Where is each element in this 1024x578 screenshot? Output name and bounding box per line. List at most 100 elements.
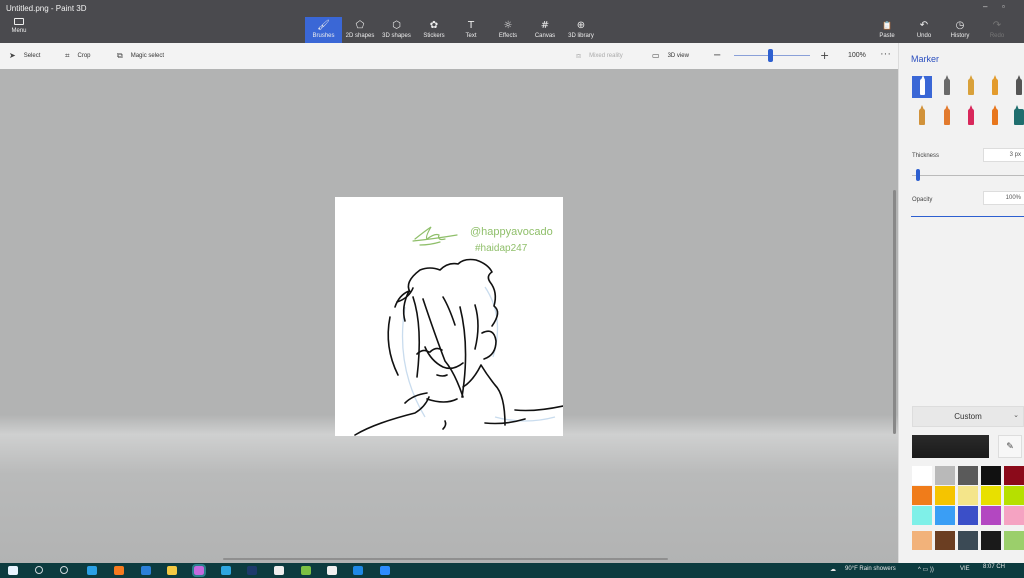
language-indicator[interactable]: VIE: [960, 566, 970, 572]
opacity-slider[interactable]: [911, 216, 1024, 217]
color-swatch[interactable]: [981, 466, 1001, 485]
current-color-preview[interactable]: [912, 435, 989, 458]
redo-button[interactable]: ↷ Redo: [987, 17, 1007, 43]
color-swatch[interactable]: [912, 506, 932, 525]
capcut-icon[interactable]: [327, 566, 337, 575]
color-swatch[interactable]: [912, 531, 932, 550]
color-swatch[interactable]: [912, 466, 932, 485]
tool-canvas[interactable]: # Canvas: [533, 17, 557, 43]
color-swatch[interactable]: [958, 466, 978, 485]
magic-select-button[interactable]: ⧉ Magic select: [117, 51, 164, 61]
weather-cloud-icon[interactable]: ☁: [830, 566, 836, 573]
color-swatch[interactable]: [958, 531, 978, 550]
paste-button[interactable]: 📋 Paste: [876, 17, 898, 43]
history-button[interactable]: ◷ History: [948, 17, 972, 43]
tool-text[interactable]: T Text: [461, 17, 481, 43]
zoom-out-button[interactable]: −: [713, 50, 721, 61]
telegram-icon[interactable]: [221, 566, 231, 575]
mixed-reality-icon: ⧈: [576, 51, 582, 60]
tool-stickers[interactable]: ✿ Stickers: [420, 17, 448, 43]
crop-button[interactable]: ⌗ Crop: [65, 51, 91, 61]
character-line-art: [354, 258, 563, 436]
view-3d-button[interactable]: ▭ 3D view: [652, 51, 689, 60]
zoom-icon[interactable]: [380, 566, 390, 575]
search-icon[interactable]: [35, 566, 43, 574]
sticker-icon: ✿: [429, 20, 439, 31]
brush-icon: 🖌: [317, 20, 330, 31]
more-options-button[interactable]: ···: [880, 48, 891, 60]
tool-label: Canvas: [534, 33, 556, 39]
brush-pencil[interactable]: [912, 105, 932, 128]
select-button[interactable]: ➤ Select: [9, 51, 40, 60]
zoom-slider-thumb[interactable]: [768, 49, 773, 62]
brush-crayon[interactable]: [961, 105, 981, 128]
brush-fill[interactable]: [1009, 105, 1024, 128]
tool-label: Text: [465, 33, 477, 39]
start-icon[interactable]: [8, 566, 18, 575]
vertical-scrollbar[interactable]: [893, 190, 896, 434]
folder-icon: [14, 18, 24, 25]
color-swatch[interactable]: [935, 466, 955, 485]
brush-watercolor[interactable]: [985, 75, 1005, 98]
drawing-canvas[interactable]: @happyavocado #haidap247: [335, 197, 563, 436]
minimize-button[interactable]: ‒: [983, 2, 987, 11]
mail-icon[interactable]: [141, 566, 151, 575]
view-3d-label: 3D view: [667, 52, 689, 59]
color-swatch[interactable]: [935, 486, 955, 505]
menu-button[interactable]: Menu: [6, 18, 32, 40]
undo-button[interactable]: ↶ Undo: [913, 17, 935, 43]
brush-oil[interactable]: [961, 75, 981, 98]
color-swatch[interactable]: [958, 486, 978, 505]
photoshop-icon[interactable]: [247, 566, 257, 575]
weather-text[interactable]: 90°F Rain showers: [845, 566, 896, 572]
color-swatch[interactable]: [981, 506, 1001, 525]
opacity-input[interactable]: 100%: [983, 191, 1024, 205]
mixed-reality-button[interactable]: ⧈ Mixed reality: [576, 51, 623, 61]
color-swatch[interactable]: [1004, 506, 1024, 525]
watercolor-icon: [992, 75, 998, 95]
effects-icon: ☼: [503, 20, 513, 31]
brush-marker[interactable]: [912, 75, 932, 98]
tool-3d-library[interactable]: ⊕ 3D library: [566, 17, 596, 43]
color-swatch[interactable]: [935, 506, 955, 525]
tray-icons[interactable]: ^ ▭ )): [918, 566, 934, 573]
custom-color-button[interactable]: Custom ⌄: [912, 406, 1024, 427]
tool-2d-shapes[interactable]: ⬠ 2D shapes: [344, 17, 376, 43]
tool-effects[interactable]: ☼ Effects: [496, 17, 520, 43]
color-swatch[interactable]: [1004, 466, 1024, 485]
paint3d-icon[interactable]: [192, 564, 206, 577]
horizontal-scrollbar[interactable]: [223, 558, 668, 560]
text-icon: T: [467, 20, 475, 31]
brush-eraser[interactable]: [937, 105, 957, 128]
brush-spray-can[interactable]: [985, 105, 1005, 128]
firefox-icon[interactable]: [114, 566, 124, 575]
color-swatch[interactable]: [981, 531, 1001, 550]
cortana-icon[interactable]: [60, 566, 68, 574]
restore-button[interactable]: ▫: [1002, 2, 1005, 11]
title-bar: Untitled.png - Paint 3D ‒ ▫ Menu 🖌 Brush…: [0, 0, 1024, 43]
custom-label: Custom: [954, 412, 982, 421]
edge-icon[interactable]: [87, 566, 97, 575]
clock[interactable]: 8:07 CH: [983, 564, 1005, 570]
eyedropper-icon[interactable]: ✎: [998, 435, 1022, 458]
brush-pixel-pen[interactable]: [1009, 75, 1024, 98]
tool-brushes[interactable]: 🖌 Brushes: [305, 17, 342, 43]
thickness-slider-thumb[interactable]: [916, 169, 921, 181]
color-swatch[interactable]: [958, 506, 978, 525]
notes-icon[interactable]: [274, 566, 284, 575]
brush-calligraphy-pen[interactable]: [937, 75, 957, 98]
color-swatch[interactable]: [1004, 486, 1024, 505]
sketch-drawing: @happyavocado #haidap247: [354, 226, 563, 436]
zoom-in-button[interactable]: +: [820, 49, 829, 62]
thickness-input[interactable]: 3 px: [983, 148, 1024, 162]
color-swatch[interactable]: [1004, 531, 1024, 550]
green-app-icon[interactable]: [301, 566, 311, 575]
color-swatch[interactable]: [912, 486, 932, 505]
explorer-icon[interactable]: [167, 566, 177, 575]
color-swatch[interactable]: [981, 486, 1001, 505]
color-swatch[interactable]: [935, 531, 955, 550]
tool-3d-shapes[interactable]: ⬡ 3D shapes: [380, 17, 413, 43]
thickness-slider[interactable]: [912, 175, 1024, 176]
zalo-icon[interactable]: [353, 566, 363, 575]
zoom-value[interactable]: 100%: [848, 52, 866, 59]
